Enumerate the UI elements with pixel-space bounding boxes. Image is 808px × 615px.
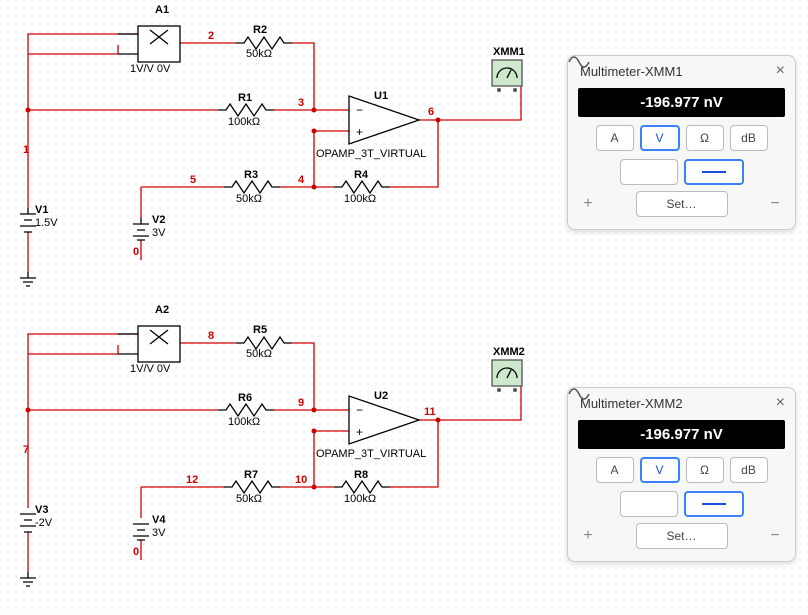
node-11: 11	[424, 406, 436, 418]
label-r8v: 100kΩ	[344, 493, 376, 505]
label-v4: V4	[152, 514, 165, 526]
label-xmm2: XMM2	[493, 346, 525, 358]
ac-button[interactable]	[620, 491, 678, 517]
close-icon[interactable]: ×	[776, 62, 785, 80]
label-a1-sub: 1V/V 0V	[130, 63, 170, 75]
label-v1v: 1.5V	[35, 217, 58, 229]
node-12: 12	[186, 474, 198, 486]
multimeter-panel-xmm2[interactable]: Multimeter-XMM2 × -196.977 nV A V Ω dB +…	[567, 387, 796, 562]
mode-a-button[interactable]: A	[596, 457, 634, 483]
node-6: 6	[428, 106, 434, 118]
minus-terminal: −	[765, 527, 785, 545]
label-r5: R5	[253, 324, 267, 336]
node-2: 2	[208, 30, 214, 42]
label-r4v: 100kΩ	[344, 193, 376, 205]
mode-v-button[interactable]: V	[640, 125, 680, 151]
label-v2v: 3V	[152, 227, 165, 239]
label-r4: R4	[354, 169, 368, 181]
label-r7: R7	[244, 469, 258, 481]
mode-v-button[interactable]: V	[640, 457, 680, 483]
sine-icon	[568, 388, 592, 400]
mode-ohm-button[interactable]: Ω	[686, 125, 724, 151]
mode-db-button[interactable]: dB	[730, 125, 768, 151]
node-4: 4	[298, 174, 304, 186]
label-u1t: OPAMP_3T_VIRTUAL	[316, 148, 426, 160]
label-v3: V3	[35, 504, 48, 516]
panel-title: Multimeter-XMM1	[580, 64, 683, 79]
mode-ohm-button[interactable]: Ω	[686, 457, 724, 483]
label-u2: U2	[374, 390, 388, 402]
mode-row: A V Ω dB	[578, 457, 785, 483]
panel-title: Multimeter-XMM2	[580, 396, 683, 411]
node-1: 1	[23, 144, 29, 156]
multimeter-panel-xmm1[interactable]: Multimeter-XMM1 × -196.977 nV A V Ω dB +…	[567, 55, 796, 230]
schematic-canvas: − + − + A1 1V/V 0V R2 50kΩ	[0, 0, 808, 615]
wave-row	[578, 491, 785, 517]
label-r3: R3	[244, 169, 258, 181]
node-10: 10	[295, 474, 307, 486]
multimeter-reading: -196.977 nV	[578, 420, 785, 449]
label-xmm1: XMM1	[493, 46, 525, 58]
minus-terminal: −	[765, 195, 785, 213]
set-button[interactable]: Set…	[636, 191, 728, 217]
label-v3v: -2V	[35, 517, 52, 529]
label-v4v: 3V	[152, 527, 165, 539]
label-a2-sub: 1V/V 0V	[130, 363, 170, 375]
node-8: 8	[208, 330, 214, 342]
label-r6v: 100kΩ	[228, 416, 260, 428]
svg-text:−: −	[356, 103, 363, 117]
multimeter-reading: -196.977 nV	[578, 88, 785, 117]
svg-text:−: −	[356, 403, 363, 417]
dc-button[interactable]	[684, 159, 744, 185]
label-r1: R1	[238, 92, 252, 104]
svg-text:+: +	[356, 425, 363, 439]
label-r8: R8	[354, 469, 368, 481]
sine-icon	[568, 56, 592, 68]
mode-db-button[interactable]: dB	[730, 457, 768, 483]
mode-a-button[interactable]: A	[596, 125, 634, 151]
plus-terminal: +	[578, 195, 598, 213]
wave-row	[578, 159, 785, 185]
label-v1: V1	[35, 204, 48, 216]
node-0b: 0	[133, 546, 139, 558]
svg-text:+: +	[356, 125, 363, 139]
label-u2t: OPAMP_3T_VIRTUAL	[316, 448, 426, 460]
node-0a: 0	[133, 246, 139, 258]
label-r5v: 50kΩ	[246, 348, 272, 360]
plus-terminal: +	[578, 527, 598, 545]
label-a2: A2	[155, 304, 169, 316]
node-5: 5	[190, 174, 196, 186]
dash-icon	[702, 171, 726, 173]
set-button[interactable]: Set…	[636, 523, 728, 549]
mode-row: A V Ω dB	[578, 125, 785, 151]
label-r3v: 50kΩ	[236, 193, 262, 205]
ac-button[interactable]	[620, 159, 678, 185]
label-r7v: 50kΩ	[236, 493, 262, 505]
label-v2: V2	[152, 214, 165, 226]
node-3: 3	[298, 97, 304, 109]
label-r6: R6	[238, 392, 252, 404]
node-9: 9	[298, 397, 304, 409]
dc-button[interactable]	[684, 491, 744, 517]
label-u1: U1	[374, 90, 388, 102]
label-a1: A1	[155, 4, 169, 16]
dash-icon	[702, 503, 726, 505]
label-r1v: 100kΩ	[228, 116, 260, 128]
close-icon[interactable]: ×	[776, 394, 785, 412]
label-r2: R2	[253, 24, 267, 36]
node-7: 7	[23, 444, 29, 456]
label-r2v: 50kΩ	[246, 48, 272, 60]
